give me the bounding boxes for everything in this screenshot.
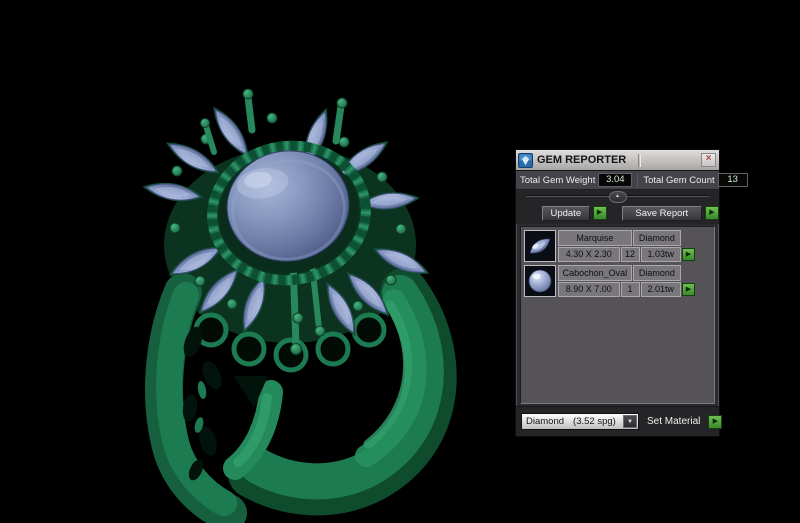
chevron-down-icon[interactable]: ▼ [623,415,637,428]
close-icon[interactable]: × [701,153,716,167]
actions-row: Update ▶ Save Report ▶ [516,202,719,224]
totals-row: Total Gem Weight 3.04 Total Gem Count 13 [516,171,748,190]
gem-dimensions-cell: 8.90 X 7.00 [558,281,620,297]
gem-row-cabochon-oval[interactable]: Cabochon_Oval Diamond 8.90 X 7.00 1 2.01… [524,265,711,297]
gem-shape-cell: Cabochon_Oval [558,265,632,281]
gem-reporter-icon [518,152,533,168]
collapse-handle[interactable]: ▲ [608,191,627,203]
collapse-strip: ▲ [516,190,719,203]
total-gem-weight-label: Total Gem Weight [520,174,596,186]
gem-row-marquise[interactable]: Marquise Diamond 4.30 X 2.30 12 1.03tw ▶ [524,230,711,262]
save-report-go-icon[interactable]: ▶ [705,206,719,220]
gem-reporter-panel: GEM REPORTER × Total Gem Weight 3.04 Tot… [515,149,748,437]
collapse-arrow-icon: ▲ [615,193,620,199]
total-gem-count-label: Total Gem Count [643,174,715,186]
material-dropdown[interactable]: Diamond (3.52 spg) ▼ [521,413,639,430]
set-material-go-icon[interactable]: ▶ [708,414,723,429]
panel-title: GEM REPORTER [537,154,627,166]
save-report-button[interactable]: Save Report [621,205,702,221]
material-dropdown-spg: (3.52 spg) [573,416,616,427]
total-gem-weight-value: 3.04 [598,173,633,187]
material-dropdown-value: Diamond [526,416,565,427]
update-go-icon[interactable]: ▶ [592,206,607,220]
gem-count-cell: 1 [620,281,640,297]
gem-row-go-icon[interactable]: ▶ [682,247,695,261]
total-gem-count-value: 13 [717,173,748,187]
gem-count-cell: 12 [620,246,640,262]
titlebar-divider [638,153,642,167]
marquise-gem-thumb [524,230,556,262]
gem-weight-cell: 2.01tw [640,281,681,297]
update-button[interactable]: Update [542,205,590,221]
gem-material-cell: Diamond [632,230,681,246]
set-material-button[interactable]: Set Material [647,416,700,427]
material-bar: Diamond (3.52 spg) ▼ Set Material ▶ [516,406,723,436]
gem-material-cell: Diamond [632,265,681,281]
gem-weight-cell: 1.03tw [640,246,681,262]
gem-row-go-icon[interactable]: ▶ [682,282,695,296]
panel-titlebar[interactable]: GEM REPORTER × [516,150,719,171]
gem-dimensions-cell: 4.30 X 2.30 [558,246,620,262]
totals-separator [637,173,639,187]
gem-table: Marquise Diamond 4.30 X 2.30 12 1.03tw ▶ [520,226,715,404]
gem-shape-cell: Marquise [558,230,632,246]
cabochon-gem-thumb [524,265,556,297]
